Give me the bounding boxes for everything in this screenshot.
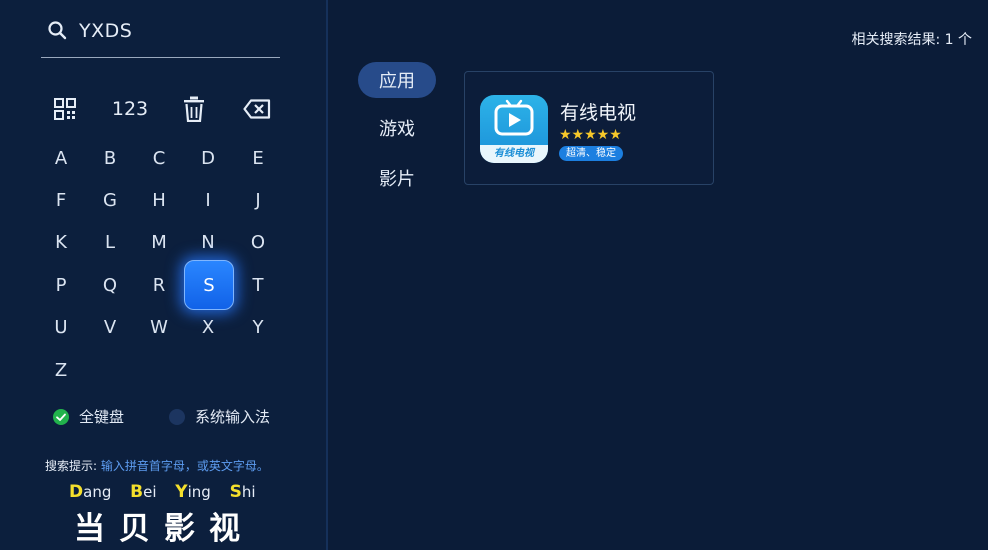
key-b[interactable]: B [86, 134, 134, 182]
key-n[interactable]: N [184, 218, 232, 266]
key-o[interactable]: O [234, 218, 282, 266]
trash-icon[interactable] [181, 94, 207, 124]
key-h[interactable]: H [135, 176, 183, 224]
key-g[interactable]: G [86, 176, 134, 224]
tv-app-icon: 有线电视 [480, 95, 548, 163]
key-p[interactable]: P [37, 261, 85, 309]
search-hint: 搜索提示: 输入拼音首字母，或英文字母。 [45, 459, 269, 473]
key-e[interactable]: E [234, 134, 282, 182]
key-t[interactable]: T [234, 261, 282, 309]
tab-apps[interactable]: 应用 [358, 62, 436, 98]
tab-movies[interactable]: 影片 [358, 160, 436, 196]
key-r[interactable]: R [135, 261, 183, 309]
app-tag-badge: 超清、稳定 [559, 146, 623, 161]
check-icon [53, 408, 69, 425]
key-m[interactable]: M [135, 218, 183, 266]
key-d[interactable]: D [184, 134, 232, 182]
app-card[interactable]: 有线电视 有线电视 ★★★★★ 超清、稳定 [464, 71, 714, 185]
key-l[interactable]: L [86, 218, 134, 266]
brand-logo-text: 当贝影视 [74, 511, 254, 547]
mode-full-keyboard[interactable]: 全键盘 [53, 406, 124, 427]
radio-unselected-icon [169, 408, 185, 425]
key-v[interactable]: V [86, 303, 134, 351]
rating-stars: ★★★★★ [559, 127, 622, 143]
key-y[interactable]: Y [234, 303, 282, 351]
key-f[interactable]: F [37, 176, 85, 224]
key-a[interactable]: A [37, 134, 85, 182]
results-panel: 相关搜索结果: 1 个 应用 游戏 影片 有线电视 有线电视 ★★★★★ 超清、… [328, 0, 988, 550]
brand-pinyin: Dang Bei Ying Shi [69, 482, 256, 502]
keyboard-panel: YXDS 123 A B C D E F G H I J K L M N O P… [0, 0, 326, 550]
search-input[interactable]: YXDS [79, 20, 132, 42]
qr-code-icon[interactable] [52, 94, 78, 124]
key-i[interactable]: I [184, 176, 232, 224]
numbers-key[interactable]: 123 [110, 94, 150, 124]
backspace-icon[interactable] [242, 94, 272, 124]
mode-system-ime[interactable]: 系统输入法 [169, 406, 270, 427]
tab-games[interactable]: 游戏 [358, 110, 436, 146]
key-u[interactable]: U [37, 303, 85, 351]
key-c[interactable]: C [135, 134, 183, 182]
search-underline [41, 57, 280, 58]
key-q[interactable]: Q [86, 261, 134, 309]
key-x[interactable]: X [184, 303, 232, 351]
key-w[interactable]: W [135, 303, 183, 351]
result-count: 相关搜索结果: 1 个 [851, 32, 972, 48]
app-name: 有线电视 [560, 102, 637, 124]
mode-label: 系统输入法 [195, 408, 271, 426]
mode-label: 全键盘 [79, 408, 125, 426]
key-k[interactable]: K [37, 218, 85, 266]
key-z[interactable]: Z [37, 346, 85, 394]
key-j[interactable]: J [234, 176, 282, 224]
search-icon [48, 21, 67, 40]
